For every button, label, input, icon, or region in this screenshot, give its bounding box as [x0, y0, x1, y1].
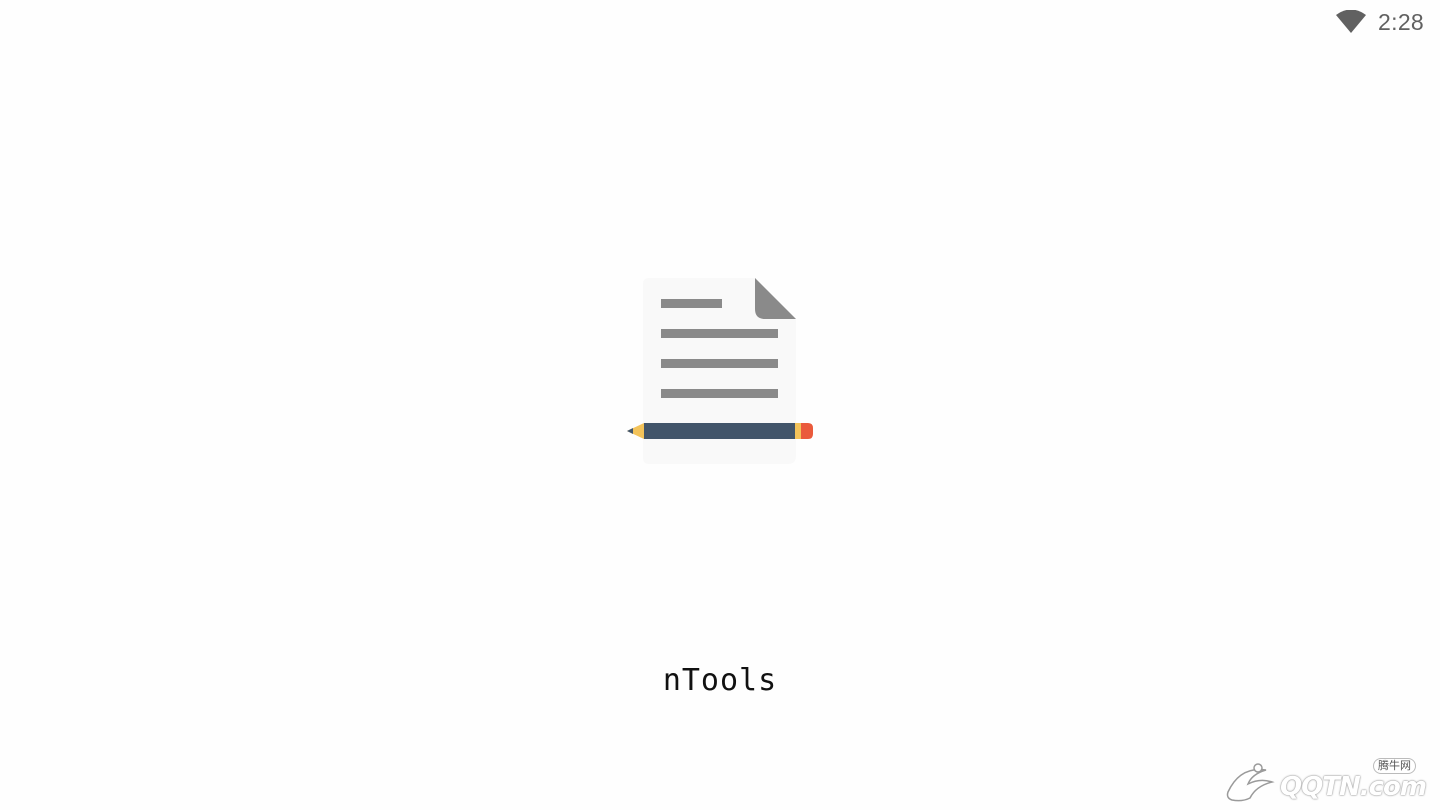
document-with-pencil-icon: [627, 278, 813, 464]
document-line: [661, 359, 778, 368]
document-line: [661, 329, 778, 338]
watermark-brand: QQTN.com: [1280, 772, 1427, 802]
site-watermark: QQTN.com 腾牛网: [1222, 758, 1432, 806]
watermark-tag: 腾牛网: [1373, 758, 1416, 774]
status-bar: 2:28: [1336, 0, 1440, 44]
status-time: 2:28: [1378, 8, 1424, 35]
document-folded-corner: [755, 278, 796, 319]
pencil-icon: [627, 423, 813, 439]
watermark-logo-icon: [1226, 763, 1275, 802]
wifi-signal-icon: [1336, 10, 1367, 33]
app-name: nTools: [662, 663, 778, 698]
document-line: [661, 389, 778, 398]
document-line: [661, 299, 722, 308]
splash-screen: 2:28 nTools QQTN.com 腾牛网: [0, 0, 1440, 810]
